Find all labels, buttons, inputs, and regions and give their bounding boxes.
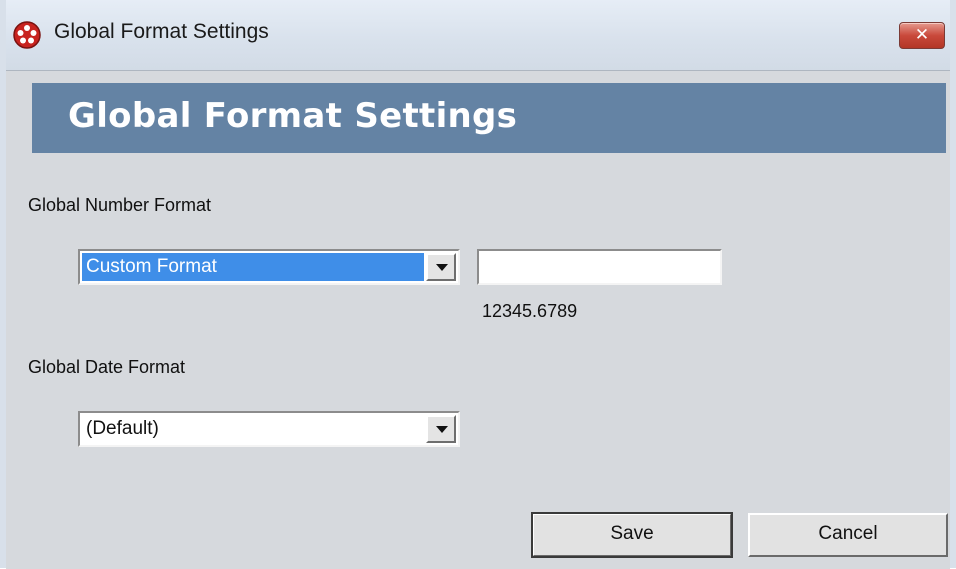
app-icon: [13, 21, 41, 49]
number-format-select[interactable]: Custom Format: [78, 249, 460, 285]
close-button[interactable]: ✕: [899, 22, 945, 49]
date-format-select[interactable]: (Default): [78, 411, 460, 447]
number-format-dropdown-button[interactable]: [426, 253, 456, 281]
dialog-window: Global Format Settings ✕ Global Format S…: [0, 0, 956, 569]
number-format-selected-value: Custom Format: [82, 253, 424, 281]
chevron-down-icon: [436, 264, 448, 271]
banner-title: Global Format Settings: [68, 96, 518, 136]
date-format-selected-value: (Default): [86, 418, 159, 439]
number-format-sample: 12345.6789: [482, 301, 578, 321]
title-bar[interactable]: Global Format Settings ✕: [6, 0, 950, 70]
window-title: Global Format Settings: [54, 20, 269, 43]
number-format-label: Global Number Format: [28, 195, 212, 215]
custom-number-format-input[interactable]: [477, 249, 722, 285]
cancel-button[interactable]: Cancel: [748, 513, 948, 557]
date-format-dropdown-button[interactable]: [426, 415, 456, 443]
dialog-body: Global Format Settings Global Number For…: [6, 70, 950, 569]
date-format-label: Global Date Format: [28, 357, 186, 377]
save-button[interactable]: Save: [531, 512, 733, 558]
header-banner: Global Format Settings: [32, 83, 946, 153]
close-icon: ✕: [914, 25, 930, 45]
chevron-down-icon: [436, 426, 448, 433]
